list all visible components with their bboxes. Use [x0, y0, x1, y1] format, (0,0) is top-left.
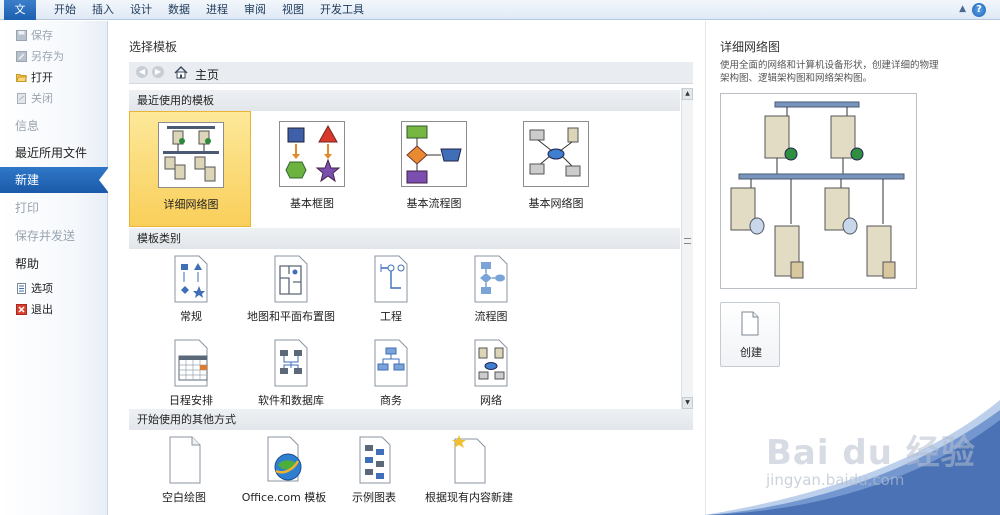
breadcrumb-home[interactable]: 主页	[195, 66, 219, 83]
nav-save-as-label: 另存为	[31, 50, 64, 63]
nav-open[interactable]: 打开	[16, 69, 53, 87]
template-categories-header: 模板类别	[129, 228, 680, 249]
network-icon	[474, 339, 508, 387]
preview-title: 详细网络图	[720, 40, 781, 54]
nav-recent[interactable]: 最近所用文件	[0, 140, 108, 166]
option-new-from-existing[interactable]: 根据现有内容新建	[409, 435, 529, 515]
help-icon[interactable]: ?	[972, 3, 986, 17]
minimize-ribbon-icon[interactable]: ▲	[959, 4, 966, 14]
sample-diagrams-icon	[359, 436, 391, 484]
nav-save-as[interactable]: 另存为	[16, 48, 64, 66]
tab-review[interactable]: 审阅	[238, 0, 272, 20]
tab-developer[interactable]: 开发工具	[314, 0, 370, 20]
detailed-network-thumbnail	[158, 122, 224, 188]
blank-drawing-icon	[169, 436, 201, 484]
preview-description: 使用全面的网络和计算机设备形状，创建详细的物理架构图、逻辑架构图和网络架构图。	[720, 60, 939, 84]
save-icon	[16, 30, 27, 41]
nav-exit[interactable]: 退出	[16, 301, 53, 319]
scroll-thumb[interactable]	[684, 238, 691, 244]
nav-open-label: 打开	[31, 71, 53, 84]
template-scroll-area: 最近使用的模板 详细网络图 基本框图 基本流程图 基本网络图 模板类别 常规 地…	[129, 88, 693, 409]
visio-backstage-window: 文件 开始 插入 设计 数据 进程 审阅 视图 开发工具 ▲ ? 保存 另存为 …	[0, 0, 1000, 515]
schedule-icon	[174, 339, 208, 387]
template-label: 详细网络图	[163, 198, 219, 211]
scroll-down-icon[interactable]: ▼	[682, 397, 693, 409]
template-detailed-network[interactable]: 详细网络图	[129, 111, 251, 227]
template-label: 基本框图	[290, 197, 334, 210]
tab-design[interactable]: 设计	[124, 0, 158, 20]
watermark-url: jingyan.baidu.com	[766, 471, 905, 489]
category-label: 流程图	[474, 310, 508, 323]
basic-network-thumbnail	[523, 121, 589, 187]
nav-save-label: 保存	[31, 29, 53, 42]
nav-print[interactable]: 打印	[0, 195, 108, 221]
template-label: 基本流程图	[406, 197, 462, 210]
backstage-nav: 保存 另存为 打开 关闭 信息 最近所用文件 新建 打印 保存并发送 帮助 选项…	[0, 21, 109, 515]
template-basic-block[interactable]: 基本框图	[251, 111, 373, 227]
template-scrollbar[interactable]: ▲ ▼	[681, 88, 693, 409]
nav-info[interactable]: 信息	[0, 113, 108, 139]
tab-data[interactable]: 数据	[162, 0, 196, 20]
ribbon-tab-bar: 文件 开始 插入 设计 数据 进程 审阅 视图 开发工具 ▲ ?	[0, 0, 1000, 36]
office-com-icon	[267, 436, 302, 482]
tab-file[interactable]: 文件	[4, 0, 36, 36]
forward-arrow-icon[interactable]: ▶	[152, 66, 164, 78]
nav-options[interactable]: 选项	[16, 280, 53, 298]
template-chooser: 选择模板 ◀ ▶ 主页 最近使用的模板 详细网络图 基本框图 基本流程图 基本网…	[109, 21, 704, 515]
nav-help[interactable]: 帮助	[0, 251, 108, 277]
open-folder-icon	[16, 74, 27, 82]
create-button[interactable]: 创建	[720, 302, 780, 367]
category-label: 网络	[480, 394, 502, 407]
flowchart-icon	[474, 255, 508, 303]
template-basic-flowchart[interactable]: 基本流程图	[373, 111, 495, 227]
exit-icon	[16, 304, 27, 315]
maps-floorplans-icon	[274, 255, 308, 303]
watermark-brand: Bai du 经验	[766, 433, 976, 473]
nav-close-label: 关闭	[31, 92, 53, 105]
nav-close[interactable]: 关闭	[16, 90, 53, 108]
recent-templates-header: 最近使用的模板	[129, 90, 680, 111]
tab-process[interactable]: 进程	[200, 0, 234, 20]
engineering-icon	[374, 255, 408, 303]
nav-exit-label: 退出	[31, 303, 53, 316]
option-label: 根据现有内容新建	[425, 491, 513, 504]
tab-home[interactable]: 开始	[48, 0, 82, 20]
scroll-up-icon[interactable]: ▲	[682, 88, 693, 100]
software-database-icon	[274, 339, 308, 387]
tab-view[interactable]: 视图	[276, 0, 310, 20]
close-doc-icon	[17, 93, 26, 104]
other-ways-header: 开始使用的其他方式	[129, 409, 693, 430]
preview-image	[720, 93, 917, 289]
nav-save-send[interactable]: 保存并发送	[0, 223, 108, 249]
tab-insert[interactable]: 插入	[86, 0, 120, 20]
category-flowchart[interactable]: 流程图	[441, 254, 541, 336]
basic-block-thumbnail	[279, 121, 345, 187]
new-document-icon	[741, 311, 759, 336]
template-label: 基本网络图	[528, 197, 584, 210]
category-network[interactable]: 网络	[441, 338, 541, 420]
breadcrumb: ◀ ▶ 主页	[129, 62, 693, 84]
general-template-icon	[174, 255, 208, 303]
basic-flowchart-thumbnail	[401, 121, 467, 187]
business-icon	[374, 339, 408, 387]
new-from-existing-icon	[452, 435, 486, 484]
back-arrow-icon[interactable]: ◀	[136, 66, 148, 78]
page-title: 选择模板	[129, 40, 178, 54]
nav-new[interactable]: 新建	[0, 167, 109, 193]
template-basic-network[interactable]: 基本网络图	[495, 111, 617, 227]
nav-options-label: 选项	[31, 282, 53, 295]
nav-save[interactable]: 保存	[16, 27, 53, 45]
save-as-icon	[16, 51, 27, 62]
options-icon	[17, 283, 26, 294]
create-button-label: 创建	[740, 346, 762, 359]
home-icon[interactable]	[174, 66, 188, 79]
